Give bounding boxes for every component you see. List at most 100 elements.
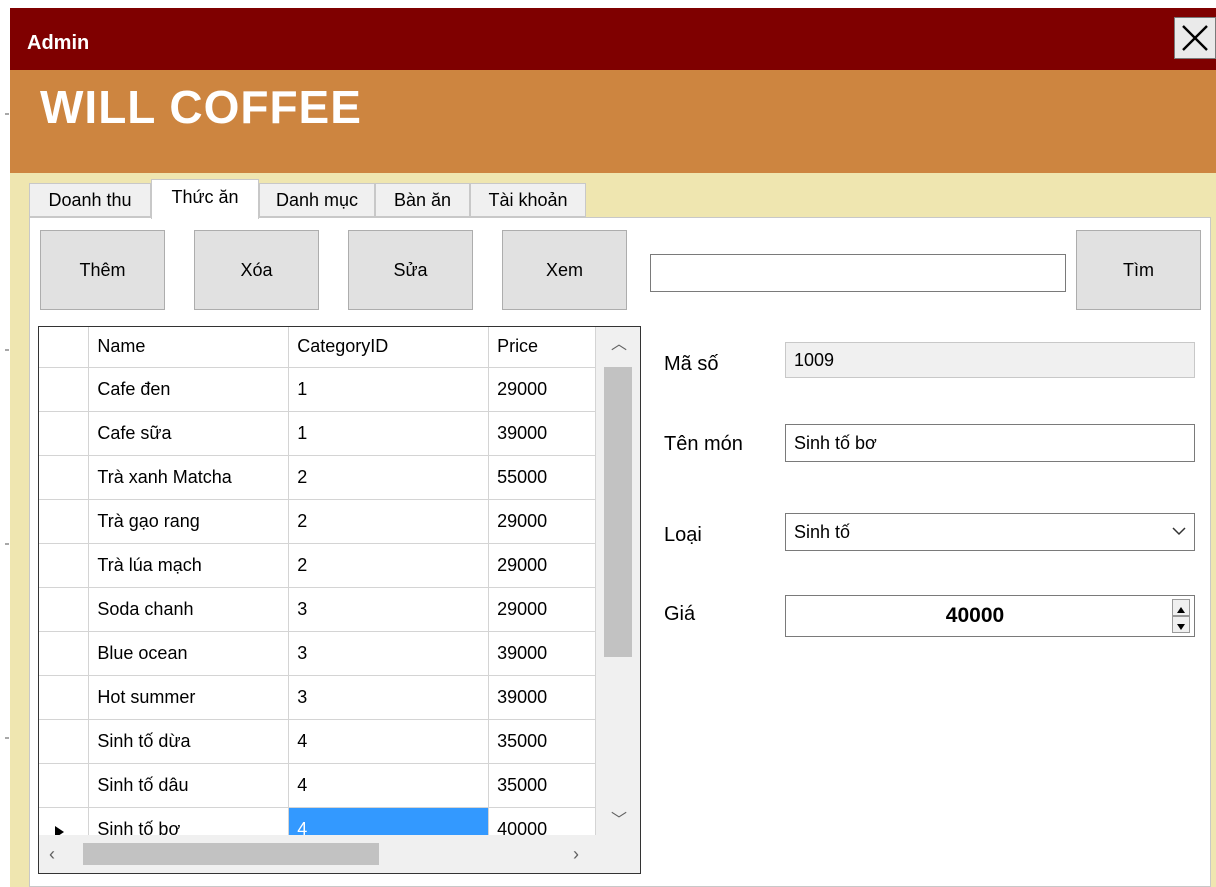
delete-button-label: Xóa <box>240 259 273 280</box>
cell-name[interactable]: Trà lúa mạch <box>88 543 290 588</box>
cell-name[interactable]: Soda chanh <box>88 587 290 632</box>
table-row[interactable]: Soda chanh 3 29000 <box>39 587 596 632</box>
cell-category-id[interactable]: 1 <box>288 411 490 456</box>
view-button[interactable]: Xem <box>502 230 627 310</box>
table-row[interactable]: Blue ocean 3 39000 <box>39 631 596 676</box>
cell-category-id[interactable]: 4 <box>288 719 490 764</box>
search-button[interactable]: Tìm <box>1076 230 1201 310</box>
tab-doanh-thu[interactable]: Doanh thu <box>29 183 151 217</box>
scroll-up-arrow-icon[interactable]: ︿ <box>611 337 627 353</box>
cell-price[interactable]: 29000 <box>488 367 596 412</box>
row-header[interactable] <box>39 411 90 456</box>
grid-cells: Name CategoryID Price Cafe đen 1 29000 Cafe… <box>39 327 596 852</box>
cell-name[interactable]: Blue ocean <box>88 631 290 676</box>
table-row[interactable]: Trà lúa mạch 2 29000 <box>39 543 596 588</box>
cell-category-id[interactable]: 2 <box>288 499 490 544</box>
id-label: Mã số <box>664 353 719 375</box>
tab-tai-khoan[interactable]: Tài khoản <box>470 183 586 217</box>
tab-danh-muc[interactable]: Danh mục <box>259 183 375 217</box>
cell-category-id[interactable]: 1 <box>288 367 490 412</box>
column-header-price[interactable]: Price <box>488 327 596 368</box>
cell-name[interactable]: Sinh tố dừa <box>88 719 290 764</box>
cell-name[interactable]: Trà gạo rang <box>88 499 290 544</box>
cell-category-id[interactable]: 2 <box>288 543 490 588</box>
cell-category-id[interactable]: 3 <box>288 631 490 676</box>
scroll-down-arrow-icon[interactable]: ﹀ <box>611 813 627 829</box>
tab-ban-an[interactable]: Bàn ăn <box>375 183 470 217</box>
table-row[interactable]: Sinh tố dừa 4 35000 <box>39 719 596 764</box>
row-header[interactable] <box>39 675 90 720</box>
brand-banner: WILL COFFEE <box>10 70 1216 173</box>
cell-price[interactable]: 55000 <box>488 455 596 500</box>
name-label: Tên món <box>664 433 743 455</box>
cell-price[interactable]: 35000 <box>488 719 596 764</box>
search-input[interactable] <box>650 254 1066 292</box>
price-increment-button[interactable] <box>1172 599 1190 616</box>
horizontal-scroll-thumb[interactable] <box>83 843 379 865</box>
column-header-category-id[interactable]: CategoryID <box>288 327 490 368</box>
chevron-down-icon[interactable] <box>1172 526 1186 536</box>
grid-corner-header[interactable] <box>39 327 90 368</box>
cell-price[interactable]: 29000 <box>488 499 596 544</box>
category-label: Loại <box>664 524 702 546</box>
table-row[interactable]: Trà gạo rang 2 29000 <box>39 499 596 544</box>
close-button[interactable] <box>1174 17 1216 59</box>
cell-name[interactable]: Trà xanh Matcha <box>88 455 290 500</box>
cell-name[interactable]: Cafe đen <box>88 367 290 412</box>
row-header[interactable] <box>39 367 90 412</box>
column-header-name[interactable]: Name <box>88 327 290 368</box>
edit-button-label: Sửa <box>393 259 428 280</box>
caret-down-icon <box>1177 624 1185 630</box>
row-header[interactable] <box>39 719 90 764</box>
add-button[interactable]: Thêm <box>40 230 165 310</box>
grid-body: Cafe đen 1 29000 Cafe sữa 1 39000 Trà xanh Mat… <box>39 367 596 852</box>
title-bar[interactable]: Admin <box>10 8 1216 70</box>
row-header[interactable] <box>39 587 90 632</box>
table-row[interactable]: Trà xanh Matcha 2 55000 <box>39 455 596 500</box>
cell-category-id[interactable]: 4 <box>288 763 490 808</box>
category-value: Sinh tố <box>794 521 851 542</box>
view-button-label: Xem <box>545 259 583 280</box>
cell-category-id[interactable]: 3 <box>288 675 490 720</box>
tab-thuc-an[interactable]: Thức ăn <box>151 179 259 219</box>
row-header[interactable] <box>39 763 90 808</box>
table-row[interactable]: Sinh tố dâu 4 35000 <box>39 763 596 808</box>
cell-category-id[interactable]: 2 <box>288 455 490 500</box>
cell-price[interactable]: 39000 <box>488 675 596 720</box>
table-row[interactable]: Cafe sữa 1 39000 <box>39 411 596 456</box>
price-decrement-button[interactable] <box>1172 616 1190 633</box>
scroll-right-arrow-icon[interactable]: › <box>573 845 579 863</box>
cell-name[interactable]: Sinh tố dâu <box>88 763 290 808</box>
horizontal-scrollbar[interactable]: ‹ › <box>39 835 596 873</box>
cell-name[interactable]: Hot summer <box>88 675 290 720</box>
table-row[interactable]: Cafe đen 1 29000 <box>39 367 596 412</box>
cell-price[interactable]: 29000 <box>488 587 596 632</box>
name-field[interactable]: Sinh tố bơ <box>785 424 1195 462</box>
vertical-scroll-thumb[interactable] <box>604 367 632 657</box>
row-header[interactable] <box>39 499 90 544</box>
price-stepper[interactable]: 40000 <box>785 595 1195 637</box>
food-grid[interactable]: Name CategoryID Price Cafe đen 1 29000 Cafe… <box>38 326 641 874</box>
cell-price[interactable]: 35000 <box>488 763 596 808</box>
edge-tick <box>5 543 9 545</box>
delete-button[interactable]: Xóa <box>194 230 319 310</box>
edit-button[interactable]: Sửa <box>348 230 473 310</box>
cell-price[interactable]: 29000 <box>488 543 596 588</box>
cell-name[interactable]: Cafe sữa <box>88 411 290 456</box>
category-select[interactable]: Sinh tố <box>785 513 1195 551</box>
cell-price[interactable]: 39000 <box>488 631 596 676</box>
vertical-scrollbar[interactable]: ︿ ﹀ <box>596 327 640 835</box>
edge-tick <box>5 349 9 351</box>
edge-tick <box>5 737 9 739</box>
search-button-label: Tìm <box>1123 259 1154 280</box>
name-value: Sinh tố bơ <box>794 432 877 453</box>
id-field[interactable]: 1009 <box>785 342 1195 378</box>
row-header[interactable] <box>39 543 90 588</box>
cell-category-id[interactable]: 3 <box>288 587 490 632</box>
window-left-edge <box>0 0 10 887</box>
row-header[interactable] <box>39 455 90 500</box>
table-row[interactable]: Hot summer 3 39000 <box>39 675 596 720</box>
cell-price[interactable]: 39000 <box>488 411 596 456</box>
row-header[interactable] <box>39 631 90 676</box>
scroll-left-arrow-icon[interactable]: ‹ <box>49 845 55 863</box>
